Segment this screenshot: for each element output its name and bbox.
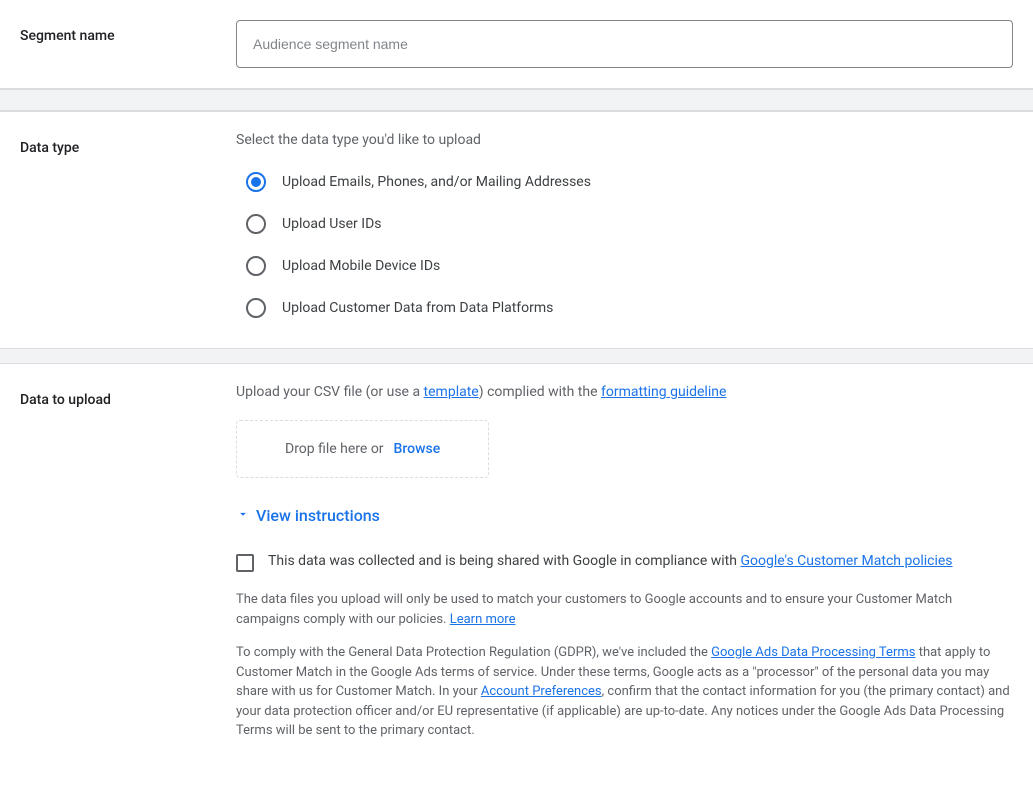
- compliance-checkbox[interactable]: [236, 554, 254, 572]
- compliance-checkbox-row: This data was collected and is being sha…: [236, 553, 1013, 572]
- view-instructions-row: View instructions: [236, 506, 1013, 553]
- data-upload-label: Data to upload: [20, 384, 236, 755]
- radio-option-userids[interactable]: Upload User IDs: [246, 214, 1013, 234]
- radio-label: Upload Customer Data from Data Platforms: [282, 300, 553, 316]
- radio-icon: [246, 256, 266, 276]
- data-processing-terms-link[interactable]: Google Ads Data Processing Terms: [711, 645, 915, 660]
- data-type-helper: Select the data type you'd like to uploa…: [236, 132, 1013, 148]
- section-divider: [0, 349, 1033, 363]
- disclaimer-gdpr: To comply with the General Data Protecti…: [236, 643, 1013, 741]
- compliance-label: This data was collected and is being sha…: [268, 553, 953, 569]
- customer-match-policies-link[interactable]: Google's Customer Match policies: [740, 553, 952, 569]
- drop-text: Drop file here or: [285, 441, 384, 457]
- data-type-label: Data type: [20, 132, 236, 328]
- radio-option-emails[interactable]: Upload Emails, Phones, and/or Mailing Ad…: [246, 172, 1013, 192]
- account-preferences-link[interactable]: Account Preferences: [481, 684, 602, 699]
- radio-option-mobileids[interactable]: Upload Mobile Device IDs: [246, 256, 1013, 276]
- data-upload-section: Data to upload Upload your CSV file (or …: [0, 363, 1033, 775]
- radio-label: Upload Emails, Phones, and/or Mailing Ad…: [282, 174, 591, 190]
- upload-mid: ) complied with the: [479, 384, 601, 400]
- view-instructions-label: View instructions: [256, 506, 380, 525]
- upload-instruction-text: Upload your CSV file (or use a template)…: [236, 384, 1013, 400]
- segment-name-input[interactable]: [236, 20, 1013, 68]
- radio-label: Upload User IDs: [282, 216, 381, 232]
- radio-option-dataplatforms[interactable]: Upload Customer Data from Data Platforms: [246, 298, 1013, 318]
- learn-more-link[interactable]: Learn more: [450, 612, 516, 627]
- gdpr-part1: To comply with the General Data Protecti…: [236, 645, 711, 660]
- segment-name-label: Segment name: [20, 20, 236, 68]
- formatting-guideline-link[interactable]: formatting guideline: [601, 384, 726, 400]
- segment-name-section: Segment name: [0, 0, 1033, 89]
- upload-prefix: Upload your CSV file (or use a: [236, 384, 424, 400]
- radio-icon: [246, 214, 266, 234]
- section-divider: [0, 89, 1033, 111]
- data-type-content: Select the data type you'd like to uploa…: [236, 132, 1013, 328]
- segment-name-content: [236, 20, 1013, 68]
- data-type-radio-group: Upload Emails, Phones, and/or Mailing Ad…: [236, 172, 1013, 328]
- template-link[interactable]: template: [424, 384, 479, 400]
- view-instructions-toggle[interactable]: View instructions: [236, 506, 380, 525]
- file-dropzone[interactable]: Drop file here or Browse: [236, 420, 489, 478]
- disclaimer-usage: The data files you upload will only be u…: [236, 590, 1013, 629]
- data-type-section: Data type Select the data type you'd lik…: [0, 111, 1033, 349]
- browse-button[interactable]: Browse: [394, 441, 441, 457]
- chevron-down-icon: [236, 506, 250, 525]
- disclaimer1-pre: The data files you upload will only be u…: [236, 592, 952, 627]
- compliance-prefix: This data was collected and is being sha…: [268, 553, 740, 569]
- radio-label: Upload Mobile Device IDs: [282, 258, 440, 274]
- data-upload-content: Upload your CSV file (or use a template)…: [236, 384, 1013, 755]
- radio-icon: [246, 172, 266, 192]
- radio-icon: [246, 298, 266, 318]
